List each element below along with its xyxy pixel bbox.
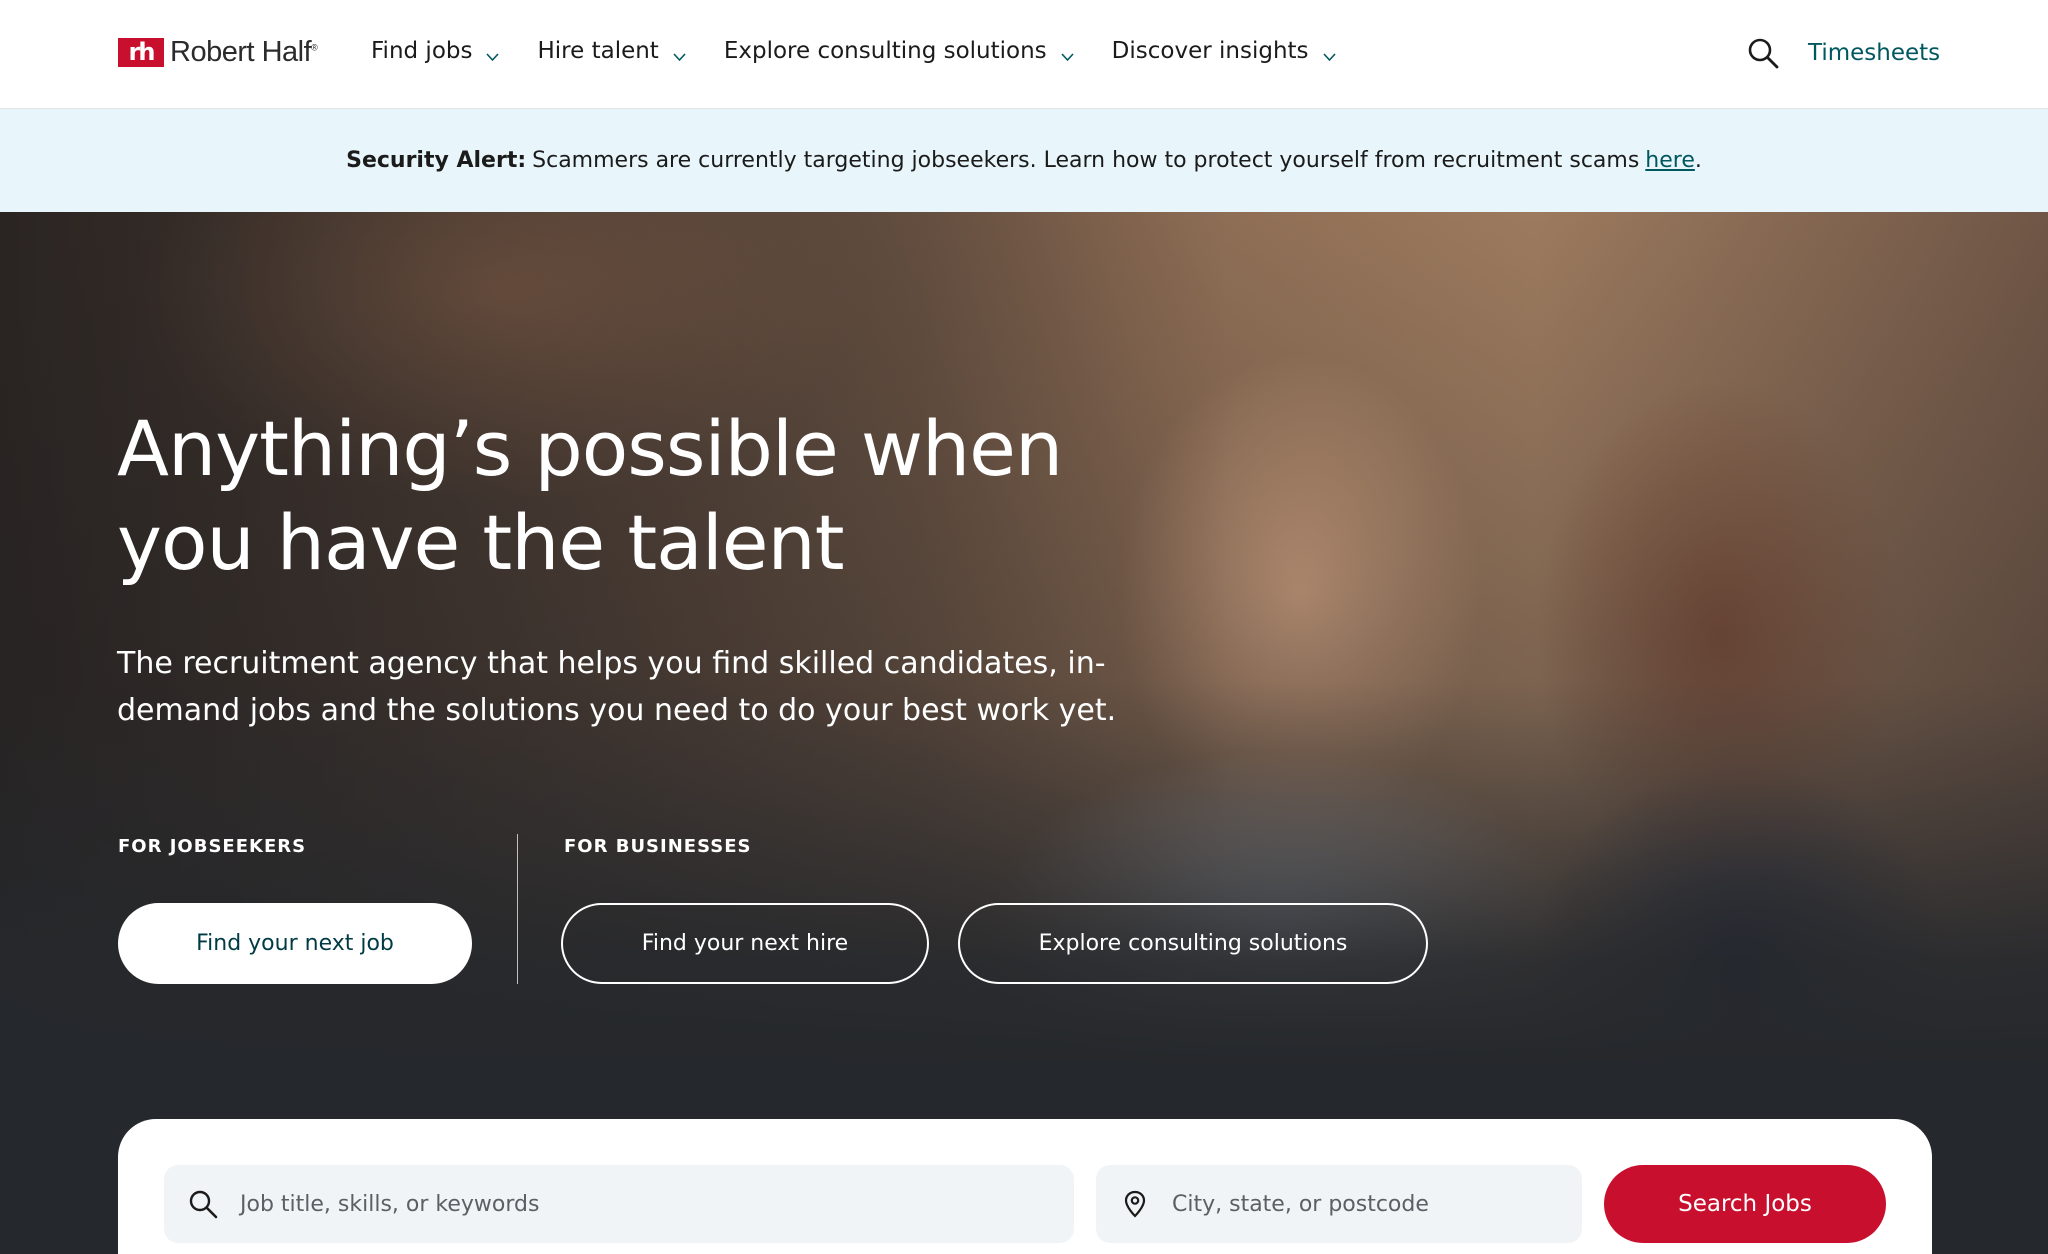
- hero-title: Anything’s possible when you have the ta…: [117, 404, 1063, 587]
- alert-heading: Security Alert:: [346, 148, 527, 173]
- nav-explore-consulting[interactable]: Explore consulting solutions: [724, 38, 1074, 64]
- chevron-down-icon: [1322, 53, 1336, 62]
- hero-section: Anything’s possible when you have the ta…: [0, 212, 2048, 1254]
- nav-explore-consulting-label: Explore consulting solutions: [723, 38, 1047, 64]
- site-header: rh Robert Half® Find jobs Hire talent Ex…: [0, 0, 2048, 109]
- registered-mark: ®: [311, 41, 318, 52]
- hero-subtitle: The recruitment agency that helps you fi…: [117, 646, 1117, 728]
- nav-discover-insights[interactable]: Discover insights: [1112, 38, 1336, 64]
- alert-text: Scammers are currently targeting jobseek…: [532, 148, 1640, 173]
- explore-consulting-button[interactable]: Explore consulting solutions: [958, 903, 1428, 984]
- nav-hire-talent-label: Hire talent: [537, 38, 659, 64]
- brand-name: Robert Half: [170, 35, 312, 68]
- search-icon[interactable]: [1747, 37, 1779, 69]
- keyword-search-input[interactable]: Job title, skills, or keywords: [164, 1165, 1074, 1243]
- search-icon: [189, 1190, 218, 1219]
- nav-discover-insights-label: Discover insights: [1111, 38, 1309, 64]
- logo-mark: rh: [118, 37, 164, 67]
- security-alert-banner: Security Alert: Scammers are currently t…: [0, 109, 2048, 212]
- find-next-job-button[interactable]: Find your next job: [118, 903, 472, 984]
- nav-find-jobs-label: Find jobs: [371, 38, 473, 64]
- alert-here-link[interactable]: here: [1645, 148, 1695, 173]
- find-next-hire-button[interactable]: Find your next hire: [561, 903, 929, 984]
- main-nav: Find jobs Hire talent Explore consulting…: [371, 38, 1374, 64]
- chevron-down-icon: [673, 53, 686, 62]
- job-search-card: Job title, skills, or keywords City, sta…: [118, 1119, 1932, 1254]
- nav-find-jobs[interactable]: Find jobs: [371, 38, 500, 64]
- for-businesses-label: FOR BUSINESSES: [564, 836, 752, 857]
- location-search-input[interactable]: City, state, or postcode: [1096, 1165, 1582, 1243]
- chevron-down-icon: [486, 53, 500, 62]
- search-jobs-button[interactable]: Search Jobs: [1604, 1165, 1886, 1243]
- nav-hire-talent[interactable]: Hire talent: [537, 38, 686, 64]
- for-jobseekers-label: FOR JOBSEEKERS: [118, 836, 307, 857]
- alert-suffix: .: [1694, 148, 1702, 173]
- robert-half-logo[interactable]: rh Robert Half®: [118, 35, 318, 69]
- timesheets-link[interactable]: Timesheets: [1808, 40, 1940, 66]
- chevron-down-icon: [1061, 53, 1074, 62]
- location-pin-icon: [1124, 1190, 1146, 1218]
- location-placeholder: City, state, or postcode: [1172, 1191, 1429, 1217]
- logo-wordmark: Robert Half®: [170, 35, 318, 69]
- segment-divider: [517, 834, 518, 984]
- keyword-placeholder: Job title, skills, or keywords: [240, 1191, 540, 1217]
